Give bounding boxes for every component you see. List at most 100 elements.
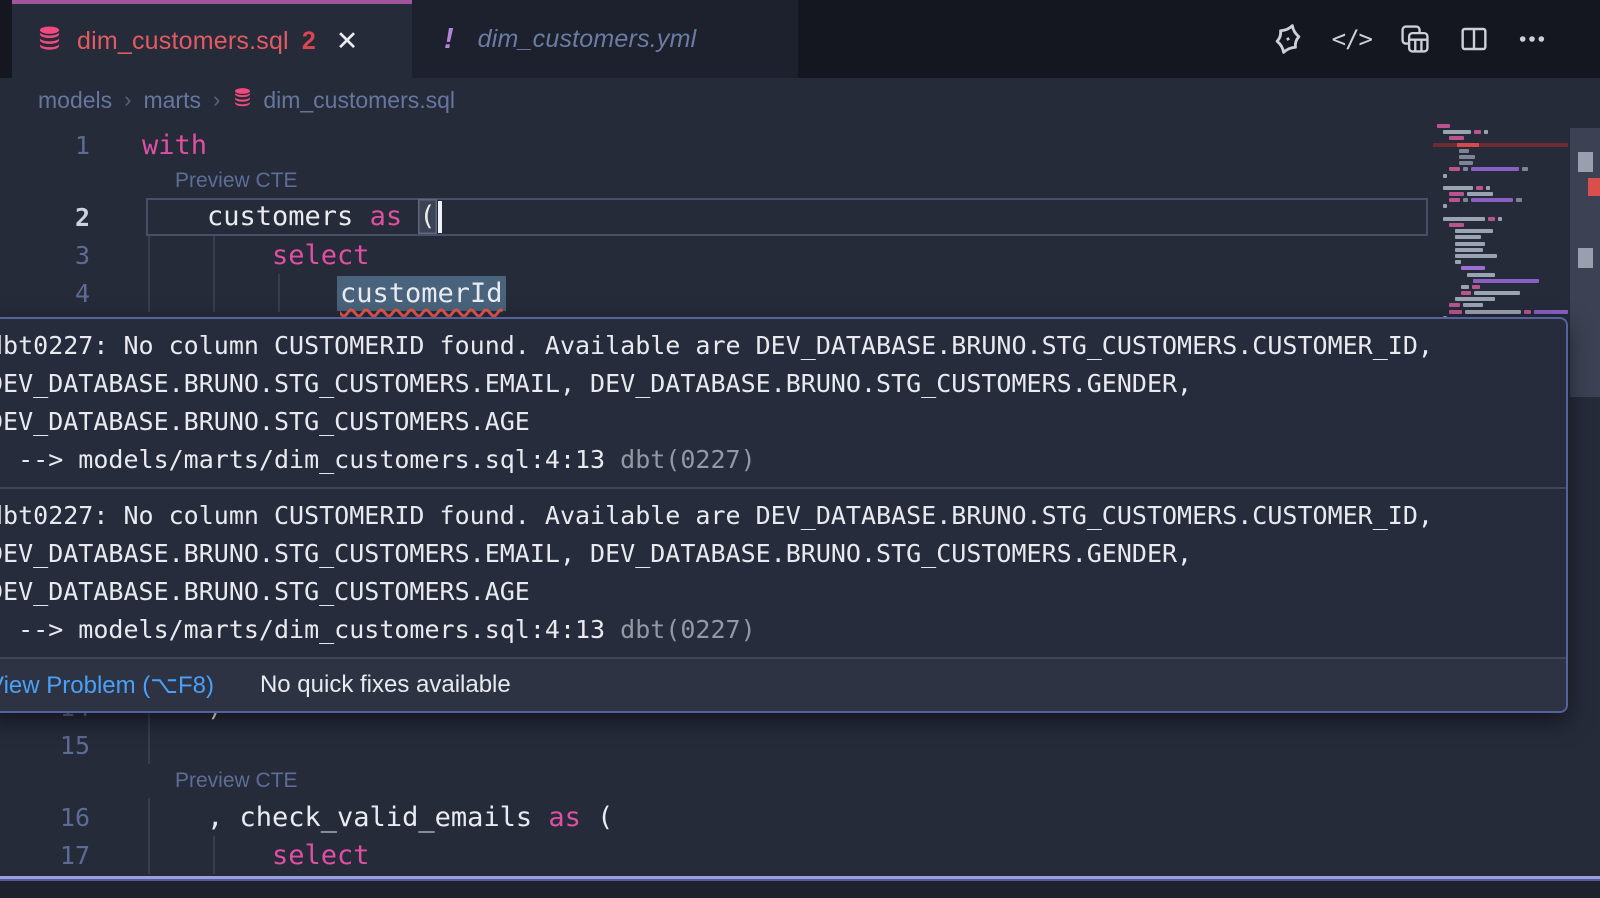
ruler-mark-error	[1588, 178, 1600, 196]
text-cursor	[438, 201, 442, 233]
minimap-line	[1461, 285, 1568, 289]
breadcrumb: models › marts › dim_customers.sql	[0, 78, 1600, 122]
minimap-line	[1449, 310, 1568, 314]
split-editor-icon[interactable]	[1458, 23, 1490, 55]
database-icon	[232, 87, 253, 113]
minimap-line	[1437, 124, 1568, 128]
codelens-preview-cte[interactable]: Preview CTE	[175, 769, 298, 793]
code-text: customerId	[337, 278, 506, 309]
error-token-customerid: customerId	[337, 276, 506, 311]
error-message-block: dbt0227: No column CUSTOMERID found. Ava…	[0, 319, 1566, 487]
minimap-line	[1455, 254, 1568, 258]
token: with	[142, 130, 207, 161]
ruler-mark-gray	[1578, 152, 1593, 172]
no-quick-fixes-label: No quick fixes available	[260, 671, 511, 699]
code-line-17[interactable]: 17 select	[0, 836, 1600, 874]
minimap-line	[1455, 260, 1568, 264]
code-line-3[interactable]: 3 select	[0, 236, 1600, 274]
tab-bar: dim_customers.sql 2 ✕ ! dim_customers.ym…	[0, 0, 1600, 78]
minimap-line	[1461, 291, 1568, 295]
warning-icon: !	[444, 23, 454, 56]
line-number: 3	[0, 241, 110, 270]
indent-guide	[148, 274, 150, 312]
minimap-line	[1433, 180, 1568, 184]
token: (	[418, 199, 436, 234]
line-number: 2	[0, 203, 110, 232]
more-actions-icon[interactable]	[1516, 23, 1548, 55]
tab-label: dim_customers.yml	[478, 25, 697, 54]
indent-guide	[148, 726, 150, 764]
problem-code: dbt(0227)	[620, 615, 755, 644]
tab-dim-customers-yml[interactable]: ! dim_customers.yml	[412, 0, 798, 78]
minimap-line	[1449, 198, 1568, 202]
minimap-line	[1449, 223, 1568, 227]
breadcrumb-file[interactable]: dim_customers.sql	[263, 87, 455, 114]
code-lines-top: 1 with Preview CTE 2 customers as (3 select 4 c…	[0, 126, 1600, 312]
minimap-line	[1449, 192, 1568, 196]
code-line-4[interactable]: 4 customerId	[0, 274, 1600, 312]
error-count-badge: 2	[302, 27, 316, 56]
minimap-line	[1459, 149, 1568, 153]
editor-actions: </>	[1270, 0, 1548, 78]
close-tab-icon[interactable]: ✕	[336, 28, 359, 55]
bottom-panel-edge	[0, 881, 1600, 898]
indent-guide	[213, 836, 215, 874]
token: select	[272, 840, 370, 871]
breadcrumb-separator-icon: ›	[213, 87, 220, 113]
code-line-15[interactable]: 15	[0, 726, 1600, 764]
breadcrumb-separator-icon: ›	[124, 87, 131, 113]
minimap-line	[1449, 136, 1568, 140]
code-line-16[interactable]: 16 , check_valid_emails as (	[0, 798, 1600, 836]
minimap-line	[1455, 242, 1568, 246]
token	[402, 201, 418, 232]
problem-code: dbt(0227)	[620, 445, 755, 474]
indent-guide	[213, 236, 215, 274]
line-number: 17	[0, 841, 110, 870]
minimap-line	[1449, 167, 1568, 171]
minimap-line	[1443, 130, 1568, 134]
error-hover-popup: dbt0227: No column CUSTOMERID found. Ava…	[0, 317, 1568, 713]
vscode-editor-group: dim_customers.sql 2 ✕ ! dim_customers.ym…	[0, 0, 1600, 898]
error-message-block: dbt0227: No column CUSTOMERID found. Ava…	[0, 489, 1566, 657]
codelens-preview-cte[interactable]: Preview CTE	[175, 169, 298, 193]
database-icon	[36, 25, 63, 57]
minimap-line	[1443, 204, 1568, 208]
line-number: 15	[0, 731, 110, 760]
line-number: 4	[0, 279, 110, 308]
token: (	[581, 802, 614, 833]
minimap-error-line	[1433, 143, 1568, 147]
indent-guide	[213, 274, 215, 312]
line-number: 1	[0, 131, 110, 160]
minimap-line	[1443, 186, 1568, 190]
minimap-line	[1443, 174, 1568, 178]
code-lines-bottom: 14)15Preview CTE16, check_valid_emails a…	[0, 688, 1600, 874]
minimap-line	[1459, 161, 1568, 165]
code-line-1[interactable]: 1 with	[0, 126, 1600, 164]
token: customers	[207, 201, 370, 232]
code-line-2[interactable]: 2 customers as (	[0, 198, 1600, 236]
tab-dim-customers-sql[interactable]: dim_customers.sql 2 ✕	[12, 0, 412, 78]
minimap[interactable]	[1433, 124, 1568, 334]
token: select	[272, 240, 370, 271]
token: as	[370, 201, 403, 232]
minimap-line	[1433, 211, 1568, 215]
code-text: , check_valid_emails as (	[207, 802, 613, 833]
dbt-logo-icon[interactable]	[1270, 21, 1306, 57]
view-problem-link[interactable]: View Problem (⌥F8)	[0, 671, 214, 700]
inline-code-icon[interactable]: </>	[1332, 25, 1372, 53]
query-results-icon[interactable]	[1398, 22, 1432, 56]
breadcrumb-segment-models[interactable]: models	[38, 87, 112, 114]
tab-label: dim_customers.sql	[77, 27, 289, 56]
indent-guide	[278, 274, 280, 312]
minimap-line	[1449, 303, 1568, 307]
line-number: 16	[0, 803, 110, 832]
breadcrumb-segment-marts[interactable]: marts	[143, 87, 201, 114]
minimap-line	[1455, 248, 1568, 252]
minimap-line	[1461, 266, 1568, 270]
code-text: with	[142, 130, 207, 161]
code-editor[interactable]: 1 with Preview CTE 2 customers as (3 select 4 c…	[0, 122, 1600, 876]
minimap-line	[1473, 279, 1568, 283]
minimap-line	[1455, 297, 1568, 301]
minimap-line	[1443, 217, 1568, 221]
minimap-line	[1455, 229, 1568, 233]
